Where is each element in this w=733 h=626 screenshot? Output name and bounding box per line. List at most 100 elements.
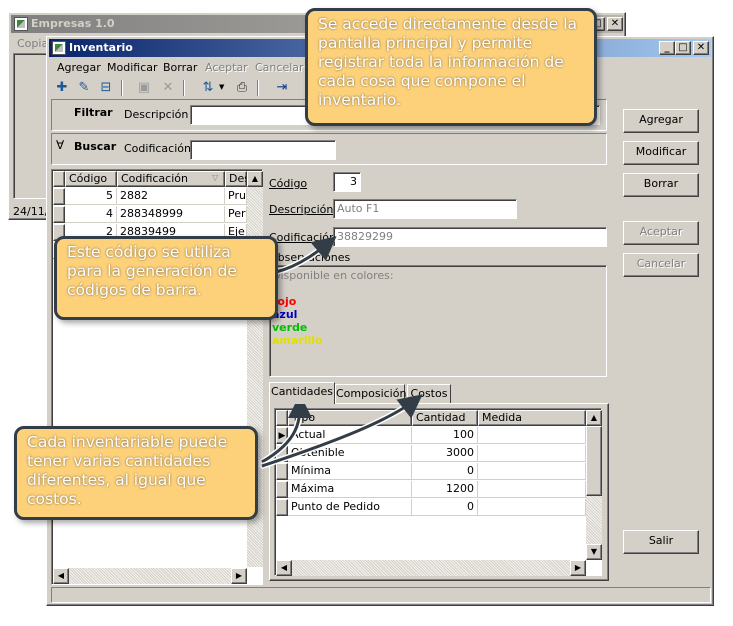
cell-descripcion[interactable]: Perl xyxy=(225,206,247,223)
list-horizontal-scrollbar[interactable] xyxy=(53,568,247,584)
scroll-up-button[interactable]: ▲ xyxy=(586,410,602,426)
row-indicator[interactable] xyxy=(276,499,288,516)
funnel-icon: ∀ xyxy=(56,138,65,152)
cell-cantidad[interactable]: 0 xyxy=(412,499,478,516)
scroll-left-button[interactable]: ◀ xyxy=(53,568,69,584)
toolbar-separator xyxy=(121,80,123,96)
salir-button[interactable]: Salir xyxy=(623,530,699,554)
codigo-label: Código xyxy=(269,177,308,190)
scroll-down-button[interactable]: ▼ xyxy=(586,544,602,560)
empresas-menu-copia[interactable]: Copia xyxy=(17,37,48,50)
cancelar-button-label: Cancelar xyxy=(636,257,686,270)
tab-costos[interactable]: Costos xyxy=(407,384,451,404)
column-header-codigo[interactable]: Código xyxy=(65,171,117,187)
observaciones-line xyxy=(272,282,604,295)
delete-row-icon[interactable]: ⊟ xyxy=(97,79,115,97)
observaciones-textarea[interactable]: Disponible en colores: rojo azul verde amari… xyxy=(269,265,607,377)
cell-tipo[interactable]: Obtenible xyxy=(288,445,412,462)
codificacion-input[interactable]: 38829299 xyxy=(333,227,607,247)
search-codificacion-input[interactable] xyxy=(190,140,336,160)
callout-top: Se accede directamente desde la pantalla… xyxy=(305,8,597,126)
descripcion-label: Descripción xyxy=(269,203,334,216)
quantities-horizontal-scrollbar[interactable] xyxy=(276,560,586,576)
scroll-right-button[interactable]: ▶ xyxy=(231,568,247,584)
agregar-button-label: Agregar xyxy=(639,113,683,126)
row-indicator[interactable] xyxy=(276,463,288,480)
cell-medida[interactable] xyxy=(478,499,586,516)
tab-strip: Cantidades Composición Costos xyxy=(269,382,609,405)
cell-cantidad[interactable]: 0 xyxy=(412,463,478,480)
modificar-button[interactable]: Modificar xyxy=(623,141,699,165)
cancelar-button[interactable]: Cancelar xyxy=(623,253,699,277)
menu-cancelar[interactable]: Cancelar xyxy=(255,59,304,76)
scroll-left-button[interactable]: ◀ xyxy=(276,560,292,576)
sort-descending-icon: ▽ xyxy=(212,173,219,182)
quantities-grid[interactable]: Tipo Cantidad Medida ▶ Actual 100 Obtenible… xyxy=(274,408,602,576)
exit-icon[interactable]: ⇥ xyxy=(273,79,291,97)
cell-codigo[interactable]: 5 xyxy=(65,188,117,205)
row-indicator[interactable] xyxy=(53,206,65,223)
cell-codificacion[interactable]: 2882 xyxy=(117,188,225,205)
menu-aceptar[interactable]: Aceptar xyxy=(205,59,248,76)
menu-agregar[interactable]: Agregar xyxy=(57,59,101,76)
scroll-up-button[interactable]: ▲ xyxy=(247,171,263,187)
scroll-right-button[interactable]: ▶ xyxy=(570,560,586,576)
cell-cantidad[interactable]: 100 xyxy=(412,427,478,444)
cell-descripcion[interactable]: Prue xyxy=(225,188,247,205)
cell-cantidad[interactable]: 3000 xyxy=(412,445,478,462)
tab-panel-cantidades: Tipo Cantidad Medida ▶ Actual 100 Obtenible… xyxy=(269,403,609,581)
tab-cantidades[interactable]: Cantidades xyxy=(269,382,335,404)
current-row-indicator[interactable]: ▶ xyxy=(276,427,288,444)
sort-icon[interactable]: ⇅ xyxy=(199,79,217,97)
borrar-button-label: Borrar xyxy=(643,177,679,190)
menu-borrar[interactable]: Borrar xyxy=(163,59,197,76)
item-list-grid[interactable]: Código Codificación ▽ Des 52882Prue 42883… xyxy=(51,169,263,585)
edit-icon[interactable]: ✎ xyxy=(75,79,93,97)
cell-tipo[interactable]: Máxima xyxy=(288,481,412,498)
dropdown-arrow-icon[interactable]: ▼ xyxy=(219,83,224,91)
agregar-button[interactable]: Agregar xyxy=(623,109,699,133)
cell-tipo[interactable]: Punto de Pedido xyxy=(288,499,412,516)
app-icon xyxy=(14,17,28,31)
row-indicator[interactable] xyxy=(276,445,288,462)
borrar-button[interactable]: Borrar xyxy=(623,173,699,197)
aceptar-button[interactable]: Aceptar xyxy=(623,221,699,245)
cell-medida[interactable] xyxy=(478,427,586,444)
cell-cantidad[interactable]: 1200 xyxy=(412,481,478,498)
cell-codificacion[interactable]: 288348999 xyxy=(117,206,225,223)
column-header-descripcion[interactable]: Des xyxy=(225,171,247,187)
codificacion-label: Codificación xyxy=(269,231,336,244)
minimize-button[interactable]: _ xyxy=(659,41,675,55)
codigo-input[interactable]: 3 xyxy=(333,172,361,192)
save-icon[interactable]: ▣ xyxy=(135,79,153,97)
callout-middle: Este código se utiliza para la generació… xyxy=(54,236,278,320)
observaciones-line: verde xyxy=(272,321,308,334)
column-header-tipo[interactable]: Tipo xyxy=(288,410,412,426)
toolbar-separator xyxy=(183,80,185,96)
close-button[interactable]: ✕ xyxy=(607,17,623,31)
empresas-title: Empresas 1.0 xyxy=(31,17,115,30)
descripcion-input[interactable]: Auto F1 xyxy=(333,199,517,219)
observaciones-line: rojo xyxy=(272,295,297,308)
row-indicator[interactable] xyxy=(276,481,288,498)
cell-medida[interactable] xyxy=(478,463,586,480)
cell-tipo[interactable]: Actual xyxy=(288,427,412,444)
column-header-medida[interactable]: Medida xyxy=(478,410,586,426)
grid-corner xyxy=(276,410,288,426)
close-button[interactable]: ✕ xyxy=(693,41,709,55)
row-indicator[interactable] xyxy=(53,188,65,205)
cell-medida[interactable] xyxy=(478,481,586,498)
tab-composicion[interactable]: Composición xyxy=(335,384,406,404)
cancel-icon[interactable]: ✕ xyxy=(159,79,177,97)
search-label: Buscar xyxy=(74,140,117,153)
column-header-codificacion[interactable]: Codificación xyxy=(117,171,225,187)
print-icon[interactable]: ⎙ xyxy=(233,79,251,97)
cell-tipo[interactable]: Mínima xyxy=(288,463,412,480)
scroll-thumb[interactable] xyxy=(586,426,602,496)
column-header-cantidad[interactable]: Cantidad xyxy=(412,410,478,426)
add-icon[interactable]: ✚ xyxy=(53,79,71,97)
cell-medida[interactable] xyxy=(478,445,586,462)
cell-codigo[interactable]: 4 xyxy=(65,206,117,223)
menu-modificar[interactable]: Modificar xyxy=(107,59,158,76)
maximize-button[interactable]: □ xyxy=(675,41,691,55)
